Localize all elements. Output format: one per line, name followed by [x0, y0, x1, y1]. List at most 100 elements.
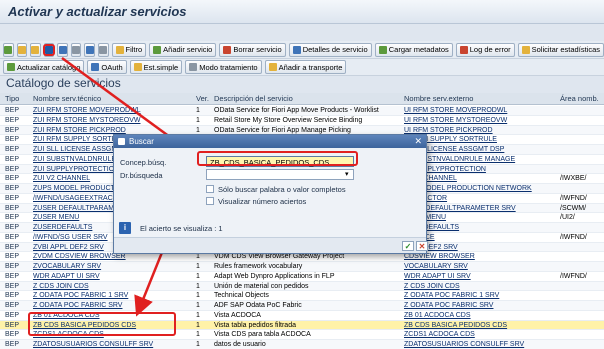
cell-type: BEP	[5, 224, 20, 231]
cell-description: Rules framework vocabulary	[214, 263, 303, 270]
search-status-text: El acierto se visualiza : 1	[140, 224, 223, 233]
cell-external-name[interactable]: UI RFM STORE MOVEPRODWL	[404, 106, 507, 115]
sort-ascending-icon[interactable]	[16, 42, 28, 57]
table-row[interactable]: BEP Z ODATA POC FABRIC 1 SRV 1 Technical Ob…	[0, 291, 604, 301]
cell-description: Technical Objects	[214, 292, 269, 300]
search-direction-select[interactable]	[206, 169, 354, 180]
cell-type: BEP	[5, 175, 20, 183]
cell-version: 1	[196, 311, 200, 319]
layout-icon[interactable]	[84, 42, 95, 57]
cell-technical-name[interactable]: ZUI SUBSTNVALDNRULE	[33, 155, 116, 164]
cell-technical-name[interactable]: Z ODATA POC FABRIC 1 SRV	[33, 291, 128, 300]
column-header-namespace[interactable]: Área nomb.	[560, 94, 599, 103]
table-row[interactable]: BEP ZUI RFM STORE MOVEPRODWL 1 OData Servic…	[0, 106, 604, 116]
cell-technical-name[interactable]: ZUI RFM STORE MOVEPRODWL	[33, 106, 141, 115]
cell-external-name[interactable]: Z CDS JOIN CDS	[404, 282, 460, 291]
table-row[interactable]: BEP ZDATOSUSUARIOS CONSULFF SRV 1 datos de …	[0, 340, 604, 349]
cell-technical-name[interactable]: ZVDM CDSVIEW BROWSER	[33, 252, 126, 261]
cell-external-name[interactable]: ZCDS1 ACDOCA CDS	[404, 330, 475, 339]
oauth-button[interactable]: OAuth	[87, 60, 127, 74]
log-icon	[459, 45, 468, 54]
export-icon[interactable]	[70, 42, 82, 57]
cell-type: BEP	[5, 155, 20, 163]
cell-type: BEP	[5, 214, 20, 222]
cell-external-name[interactable]: Z ODATA POC FABRIC 1 SRV	[404, 291, 499, 300]
search-field-highlight-box	[197, 151, 358, 166]
cell-description: Unión de material con pedidos	[214, 282, 309, 290]
find-next-icon[interactable]	[57, 42, 68, 57]
cell-external-name[interactable]: UI RFM STORE MYSTOREOVW	[404, 116, 507, 125]
cell-technical-name[interactable]: WDR ADAPT UI SRV	[33, 272, 100, 281]
print-icon[interactable]	[97, 42, 109, 57]
cell-type: BEP	[5, 321, 20, 329]
cell-type: BEP	[5, 126, 20, 134]
cell-technical-name[interactable]: ZUSERDEFAULTS	[33, 223, 92, 232]
load-metadata-button[interactable]: Cargar metadatos	[374, 42, 453, 57]
cell-technical-name[interactable]: ZDATOSUSUARIOS CONSULFF SRV	[33, 340, 153, 349]
add-service-button[interactable]: Añadir servicio	[149, 42, 217, 57]
cell-external-name[interactable]: VOCABULARY SRV	[404, 262, 468, 271]
cell-external-name[interactable]: Z ODATA POC FABRIC SRV	[404, 301, 493, 310]
cell-technical-name[interactable]: ZVBI APPL DEF2 SRV	[33, 243, 104, 252]
cell-external-name[interactable]: ZB CDS BASICA PEDIDOS CDS	[404, 321, 507, 330]
simple-structure-button[interactable]: Est.simple	[129, 60, 183, 74]
cell-technical-name[interactable]: Z ODATA POC FABRIC SRV	[33, 301, 122, 310]
find-icon[interactable]	[42, 42, 55, 57]
cell-technical-name[interactable]: ZUI SUPPLYPROTECTION	[33, 165, 119, 174]
cell-technical-name[interactable]: ZUI RFM STORE PICKPROD	[33, 126, 126, 135]
table-row[interactable]: BEP Z ODATA POC FABRIC SRV 1 ADF SAP Odata …	[0, 301, 604, 311]
add-icon	[153, 45, 162, 54]
cell-technical-name[interactable]: ZUSER MENU	[33, 213, 79, 222]
whole-word-checkbox[interactable]	[206, 185, 214, 193]
cell-technical-name[interactable]: /IWFND/SG USER SRV	[33, 233, 108, 242]
cell-technical-name[interactable]: ZVOCABULARY SRV	[33, 262, 101, 271]
cell-technical-name[interactable]: Z CDS JOIN CDS	[33, 282, 89, 291]
cell-technical-name[interactable]: ZUI V2 CHANNEL	[33, 174, 90, 183]
execute-icon[interactable]	[3, 42, 14, 57]
cell-version: 1	[196, 282, 200, 290]
column-header-external-name[interactable]: Nombre serv.externo	[404, 94, 473, 103]
cell-type: BEP	[5, 282, 20, 290]
delete-service-button[interactable]: Borrar servicio	[219, 42, 286, 57]
cell-type: BEP	[5, 204, 20, 212]
cell-description: Vista tabla pedidos filtrada	[214, 321, 296, 329]
cell-external-name[interactable]: ZDATOSUSUARIOS CONSULFF SRV	[404, 340, 524, 349]
cell-technical-name[interactable]: ZUI RFM STORE MYSTOREOVW	[33, 116, 140, 125]
column-header-technical-name[interactable]: Nombre serv.técnico	[33, 94, 101, 103]
column-header-description[interactable]: Descripción del servicio	[214, 94, 293, 103]
whole-word-label: Sólo buscar palabra o valor completos	[218, 185, 346, 194]
close-icon[interactable]: ✕	[414, 136, 422, 147]
cell-technical-name[interactable]: ZUI SLL LICENSE ASSGMT	[33, 145, 121, 154]
treatment-mode-button[interactable]: Modo tratamiento	[185, 60, 262, 74]
request-statistics-button[interactable]: Solicitar estadísticas	[517, 42, 604, 57]
cell-technical-name[interactable]: ZUPS MODEL PRODUCT	[33, 184, 115, 193]
error-log-button[interactable]: Log de error	[455, 42, 515, 57]
cell-external-name[interactable]: ZB 01 ACDOCA CDS	[404, 311, 471, 320]
cell-version: 1	[196, 341, 200, 348]
cell-type: BEP	[5, 136, 20, 144]
show-hits-checkbox[interactable]	[206, 197, 214, 205]
filter-icon[interactable]	[30, 42, 41, 57]
cancel-x-icon[interactable]: ✕	[416, 241, 428, 251]
table-row[interactable]: BEP ZUI RFM STORE MYSTOREOVW 1 Retail Store…	[0, 116, 604, 126]
cell-type: BEP	[5, 292, 20, 300]
chevron-down-icon[interactable]: ▾	[345, 170, 349, 178]
cell-technical-name[interactable]: ZUSER DEFAULTPARAM	[33, 204, 114, 213]
confirm-check-icon[interactable]: ✓	[402, 241, 414, 251]
cell-version: 1	[196, 321, 200, 329]
cell-type: BEP	[5, 253, 20, 261]
cell-external-name[interactable]: WDR ADAPT UI SRV	[404, 272, 471, 281]
add-transport-button[interactable]: Añadir a transporte	[264, 60, 347, 74]
column-header-type[interactable]: Tipo	[5, 94, 19, 103]
refresh-icon	[7, 63, 15, 71]
filter-button[interactable]: Filtro	[111, 42, 147, 57]
table-row[interactable]: BEP ZVOCABULARY SRV 1 Rules framework vocab…	[0, 262, 604, 272]
cell-technical-name[interactable]: /IWFND/USAGEEXTRACT	[33, 194, 117, 203]
service-details-button[interactable]: Detalles de servicio	[288, 42, 372, 57]
cell-version: 1	[196, 116, 200, 124]
column-header-version[interactable]: Ver.	[196, 94, 209, 103]
cell-type: BEP	[5, 165, 20, 173]
table-row[interactable]: BEP Z CDS JOIN CDS 1 Unión de material con …	[0, 281, 604, 292]
refresh-catalog-button[interactable]: Actualizar catálogo	[3, 60, 85, 74]
table-row[interactable]: BEP WDR ADAPT UI SRV 1 Adapt Web Dynpro App…	[0, 272, 604, 282]
